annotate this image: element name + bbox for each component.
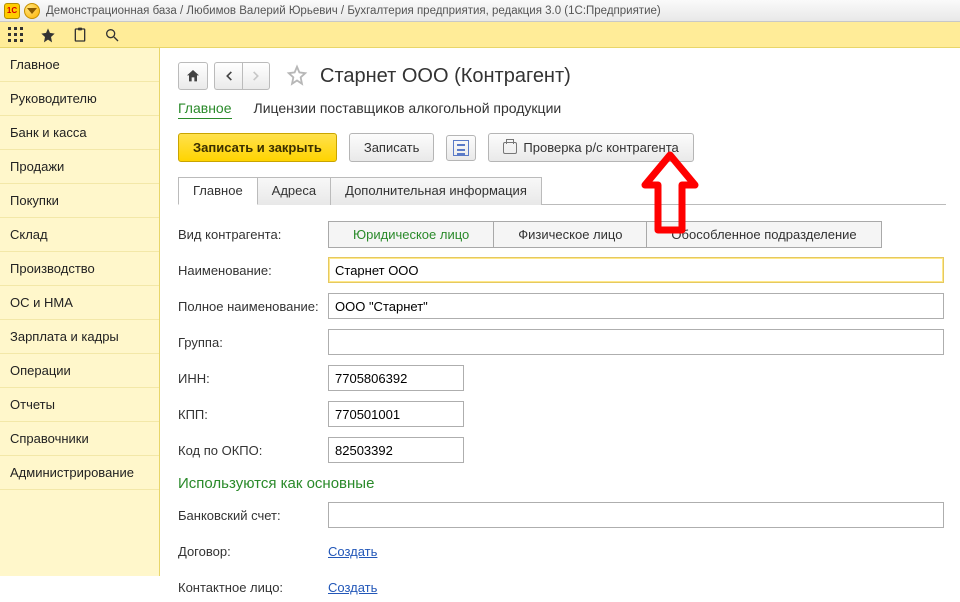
iconbar bbox=[0, 22, 960, 48]
sidebar-item-reports[interactable]: Отчеты bbox=[0, 388, 159, 422]
main-sidebar: Главное Руководителю Банк и касса Продаж… bbox=[0, 48, 160, 576]
input-inn[interactable] bbox=[328, 365, 464, 391]
form: Вид контрагента: Юридическое лицо Физиче… bbox=[178, 219, 946, 602]
label-kpp: КПП: bbox=[178, 407, 328, 422]
section-link-licenses[interactable]: Лицензии поставщиков алкогольной продукц… bbox=[254, 100, 562, 119]
label-contact: Контактное лицо: bbox=[178, 580, 328, 595]
page-title: Старнет ООО (Контрагент) bbox=[320, 65, 571, 88]
clipboard-icon[interactable] bbox=[70, 25, 90, 45]
tab-additional[interactable]: Дополнительная информация bbox=[330, 177, 542, 205]
app-icon: 1C bbox=[4, 3, 20, 19]
sidebar-item-sales[interactable]: Продажи bbox=[0, 150, 159, 184]
nav-forward-button[interactable] bbox=[242, 62, 270, 90]
link-create-contact[interactable]: Создать bbox=[328, 580, 377, 595]
list-button[interactable] bbox=[446, 135, 476, 161]
sidebar-item-main[interactable]: Главное bbox=[0, 48, 159, 82]
input-group[interactable] bbox=[328, 329, 944, 355]
grid-icon[interactable] bbox=[6, 25, 26, 45]
sidebar-item-admin[interactable]: Администрирование bbox=[0, 456, 159, 490]
tab-main[interactable]: Главное bbox=[178, 177, 258, 205]
nav-back-button[interactable] bbox=[214, 62, 242, 90]
printer-icon bbox=[503, 142, 517, 154]
sidebar-item-warehouse[interactable]: Склад bbox=[0, 218, 159, 252]
input-bank[interactable] bbox=[328, 502, 944, 528]
tabs: Главное Адреса Дополнительная информация bbox=[178, 176, 946, 205]
label-bank: Банковский счет: bbox=[178, 508, 328, 523]
check-account-label: Проверка р/с контрагента bbox=[523, 140, 678, 155]
type-opt-person[interactable]: Физическое лицо bbox=[494, 222, 647, 247]
label-inn: ИНН: bbox=[178, 371, 328, 386]
label-name: Наименование: bbox=[178, 263, 328, 278]
sidebar-item-payroll[interactable]: Зарплата и кадры bbox=[0, 320, 159, 354]
command-bar: Записать и закрыть Записать Проверка р/с… bbox=[178, 133, 946, 162]
input-fullname[interactable] bbox=[328, 293, 944, 319]
favorite-star-icon[interactable] bbox=[286, 64, 308, 89]
favorites-star-icon[interactable] bbox=[38, 25, 58, 45]
type-opt-legal[interactable]: Юридическое лицо bbox=[329, 222, 494, 247]
type-segmented: Юридическое лицо Физическое лицо Обособл… bbox=[328, 221, 882, 248]
search-icon[interactable] bbox=[102, 25, 122, 45]
save-close-button[interactable]: Записать и закрыть bbox=[178, 133, 337, 162]
sidebar-item-director[interactable]: Руководителю bbox=[0, 82, 159, 116]
input-okpo[interactable] bbox=[328, 437, 464, 463]
label-okpo: Код по ОКПО: bbox=[178, 443, 328, 458]
section-links: Главное Лицензии поставщиков алкогольной… bbox=[178, 100, 946, 119]
sidebar-item-catalogs[interactable]: Справочники bbox=[0, 422, 159, 456]
home-button[interactable] bbox=[178, 62, 208, 90]
titlebar-dropdown-icon[interactable] bbox=[24, 3, 40, 19]
link-create-contract[interactable]: Создать bbox=[328, 544, 377, 559]
content-pane: Старнет ООО (Контрагент) Главное Лицензи… bbox=[160, 48, 960, 576]
label-contract: Договор: bbox=[178, 544, 328, 559]
nav-row: Старнет ООО (Контрагент) bbox=[178, 58, 946, 94]
section-link-main[interactable]: Главное bbox=[178, 100, 232, 119]
input-name[interactable] bbox=[328, 257, 944, 283]
label-type: Вид контрагента: bbox=[178, 227, 328, 242]
input-kpp[interactable] bbox=[328, 401, 464, 427]
sidebar-item-production[interactable]: Производство bbox=[0, 252, 159, 286]
heading-main-defaults: Используются как основные bbox=[178, 475, 946, 492]
list-icon bbox=[453, 140, 469, 156]
save-button[interactable]: Записать bbox=[349, 133, 435, 162]
sidebar-item-bank[interactable]: Банк и касса bbox=[0, 116, 159, 150]
check-account-button[interactable]: Проверка р/с контрагента bbox=[488, 133, 693, 162]
window-title: Демонстрационная база / Любимов Валерий … bbox=[46, 5, 661, 17]
label-group: Группа: bbox=[178, 335, 328, 350]
window-titlebar: 1C Демонстрационная база / Любимов Валер… bbox=[0, 0, 960, 22]
label-fullname: Полное наименование: bbox=[178, 299, 328, 314]
sidebar-item-operations[interactable]: Операции bbox=[0, 354, 159, 388]
tab-addresses[interactable]: Адреса bbox=[257, 177, 331, 205]
sidebar-item-purchases[interactable]: Покупки bbox=[0, 184, 159, 218]
sidebar-item-assets[interactable]: ОС и НМА bbox=[0, 286, 159, 320]
type-opt-unit[interactable]: Обособленное подразделение bbox=[647, 222, 880, 247]
